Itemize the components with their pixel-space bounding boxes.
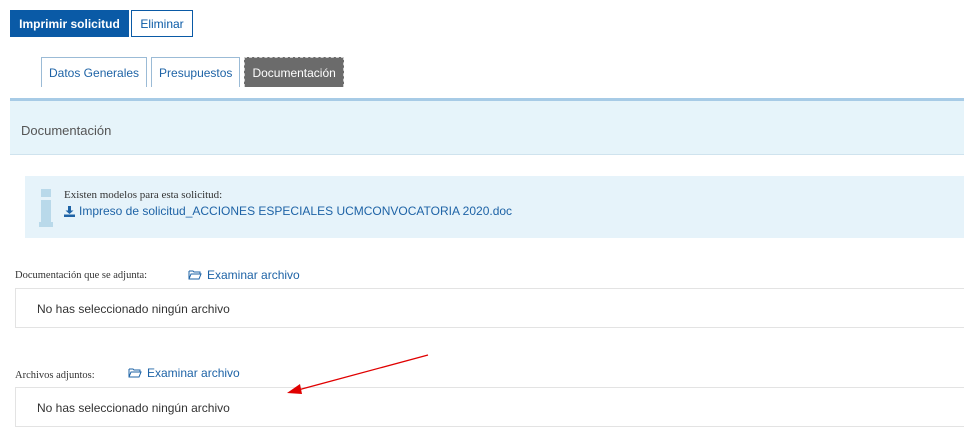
attachments-browse-label: Examinar archivo bbox=[147, 366, 240, 380]
print-request-button[interactable]: Imprimir solicitud bbox=[10, 10, 129, 37]
attached-docs-file-box: No has seleccionado ningún archivo bbox=[15, 288, 964, 328]
template-download-link[interactable]: Impreso de solicitud_ACCIONES ESPECIALES… bbox=[64, 204, 512, 218]
download-icon bbox=[64, 205, 75, 217]
attached-docs-label: Documentación que se adjunta: bbox=[15, 270, 148, 281]
attached-docs-browse-link[interactable]: Examinar archivo bbox=[188, 268, 300, 282]
info-icon bbox=[39, 189, 53, 229]
attachments-browse-link[interactable]: Examinar archivo bbox=[128, 366, 240, 380]
tab-documentacion[interactable]: Documentación bbox=[244, 57, 344, 87]
tab-bar: Datos Generales Presupuestos Documentaci… bbox=[41, 57, 344, 87]
folder-open-icon bbox=[188, 270, 202, 280]
info-alert: Existen modelos para esta solicitud: Imp… bbox=[25, 176, 964, 238]
tab-presupuestos[interactable]: Presupuestos bbox=[151, 57, 241, 87]
attachments-file-box: No has seleccionado ningún archivo bbox=[15, 387, 964, 427]
attachments-label: Archivos adjuntos: bbox=[15, 370, 95, 381]
info-text: Existen modelos para esta solicitud: bbox=[64, 189, 223, 201]
attached-docs-status: No has seleccionado ningún archivo bbox=[37, 302, 230, 316]
attached-docs-browse-label: Examinar archivo bbox=[207, 268, 300, 282]
panel-header: Documentación bbox=[10, 101, 964, 155]
delete-button[interactable]: Eliminar bbox=[131, 10, 193, 37]
folder-open-icon bbox=[128, 368, 142, 378]
template-link-label: Impreso de solicitud_ACCIONES ESPECIALES… bbox=[79, 204, 513, 218]
attachments-status: No has seleccionado ningún archivo bbox=[37, 401, 230, 415]
panel-title: Documentación bbox=[21, 123, 112, 138]
tab-datos-generales[interactable]: Datos Generales bbox=[41, 57, 148, 87]
